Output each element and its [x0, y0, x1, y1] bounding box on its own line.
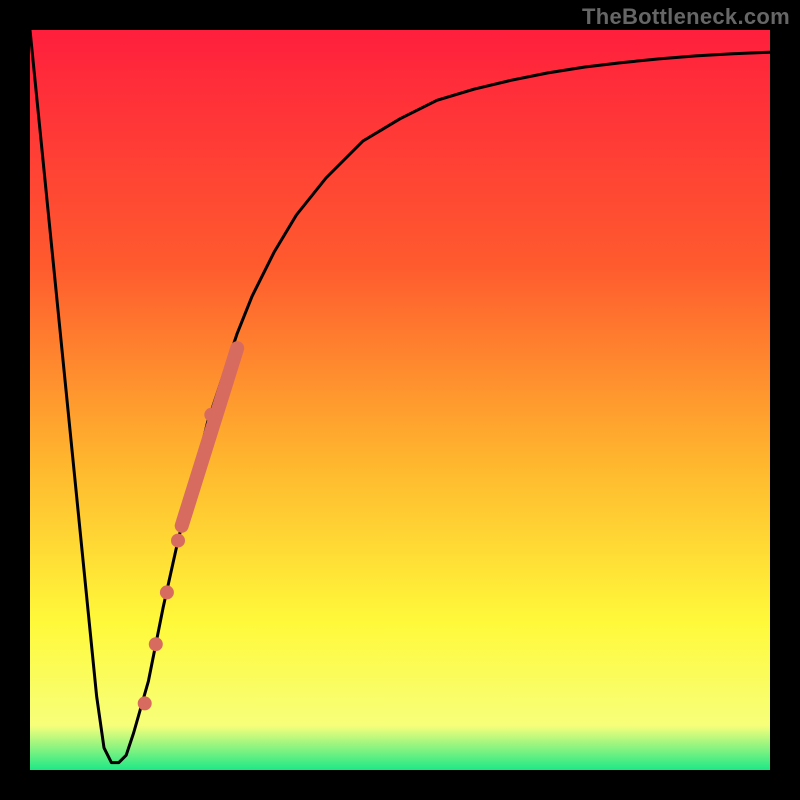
highlight-point	[160, 585, 174, 599]
chart-frame: TheBottleneck.com	[0, 0, 800, 800]
highlight-point	[204, 408, 218, 422]
highlight-point	[149, 637, 163, 651]
gradient-background	[30, 30, 770, 770]
plot-svg	[30, 30, 770, 770]
watermark-text: TheBottleneck.com	[582, 4, 790, 30]
plot-area	[30, 30, 770, 770]
highlight-point	[171, 534, 185, 548]
highlight-point	[138, 696, 152, 710]
